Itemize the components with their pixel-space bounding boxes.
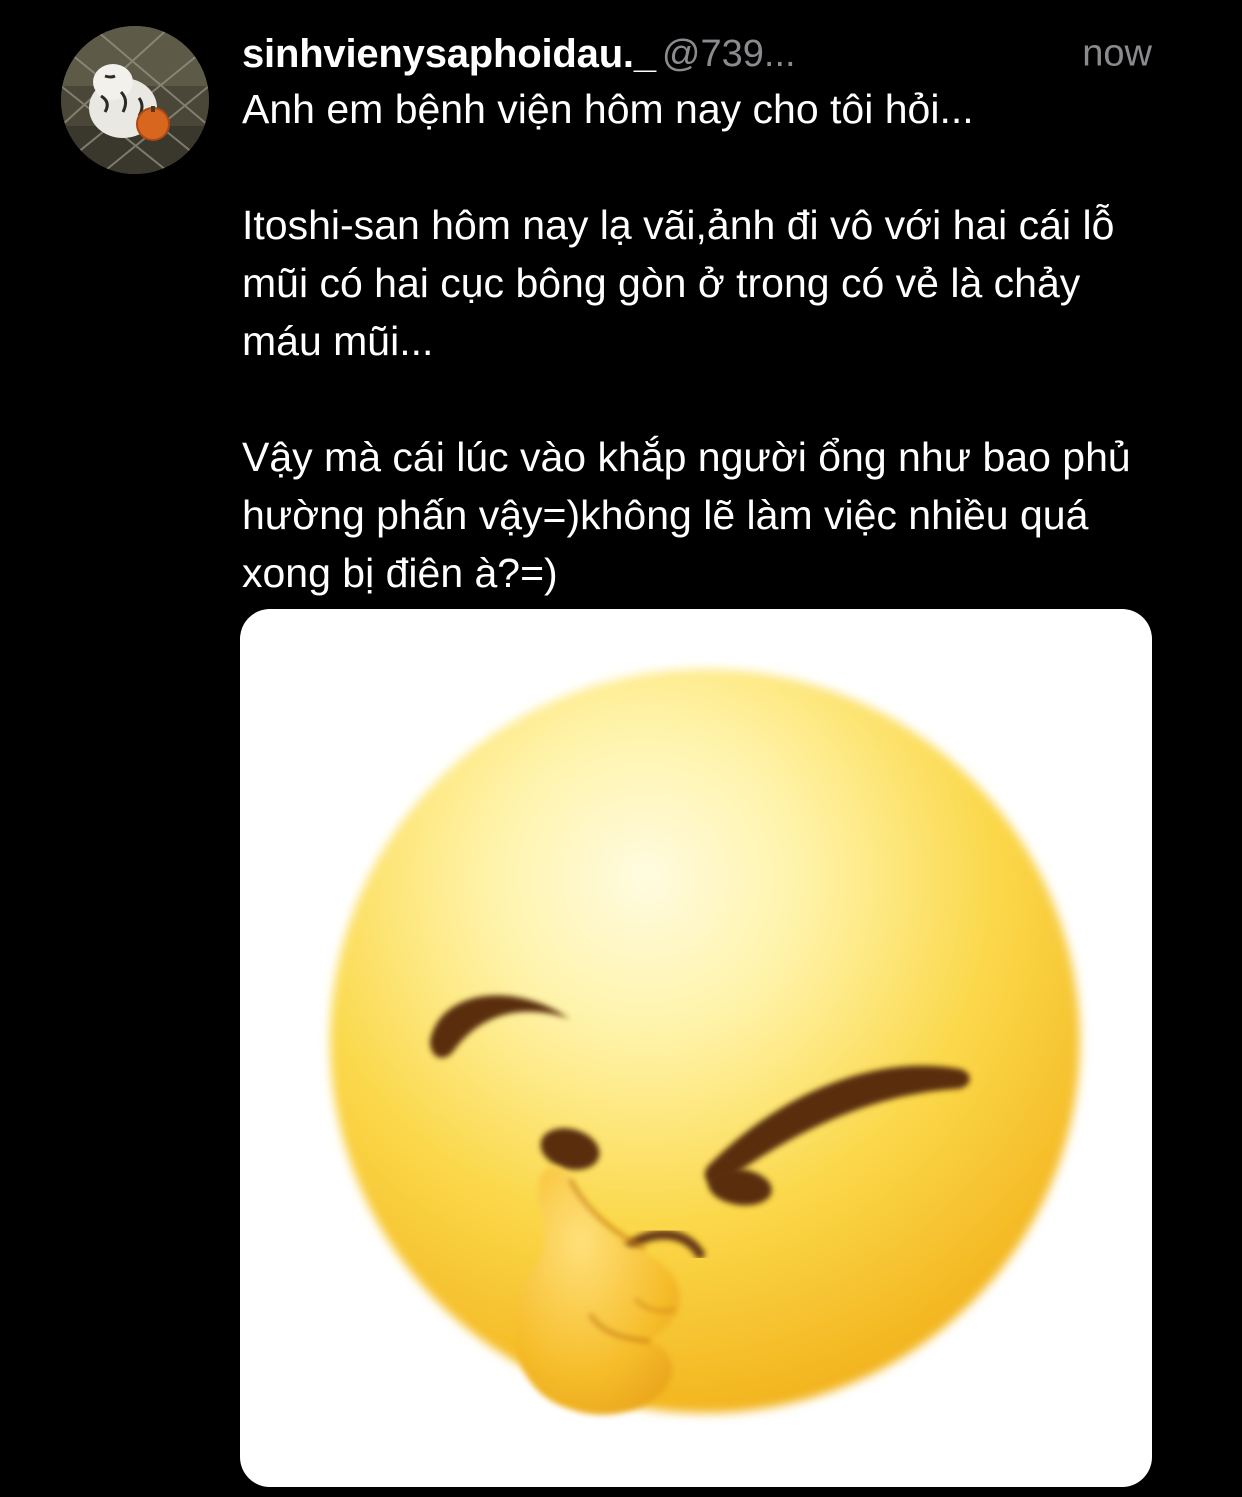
post: sinhvienysaphoidau._ @739... now Anh em … [0, 0, 1242, 1497]
post-paragraph: Itoshi-san hôm nay lạ vãi,ảnh đi vô với … [242, 202, 1115, 364]
white-tiger-avatar-icon[interactable] [61, 26, 209, 174]
post-paragraph: Anh em bệnh viện hôm nay cho tôi hỏi... [242, 86, 974, 132]
post-timestamp: now [1082, 32, 1152, 75]
post-header: sinhvienysaphoidau._ @739... now [242, 26, 1152, 82]
post-paragraph: Vậy mà cái lúc vào khắp người ổng như ba… [242, 434, 1131, 596]
thinking-face-emoji-icon [330, 669, 1080, 1415]
post-body: Anh em bệnh viện hôm nay cho tôi hỏi... … [242, 80, 1162, 602]
author-display-name[interactable]: sinhvienysaphoidau._ [242, 32, 656, 77]
post-image[interactable] [240, 609, 1152, 1487]
author-handle[interactable]: @739... [662, 33, 796, 76]
